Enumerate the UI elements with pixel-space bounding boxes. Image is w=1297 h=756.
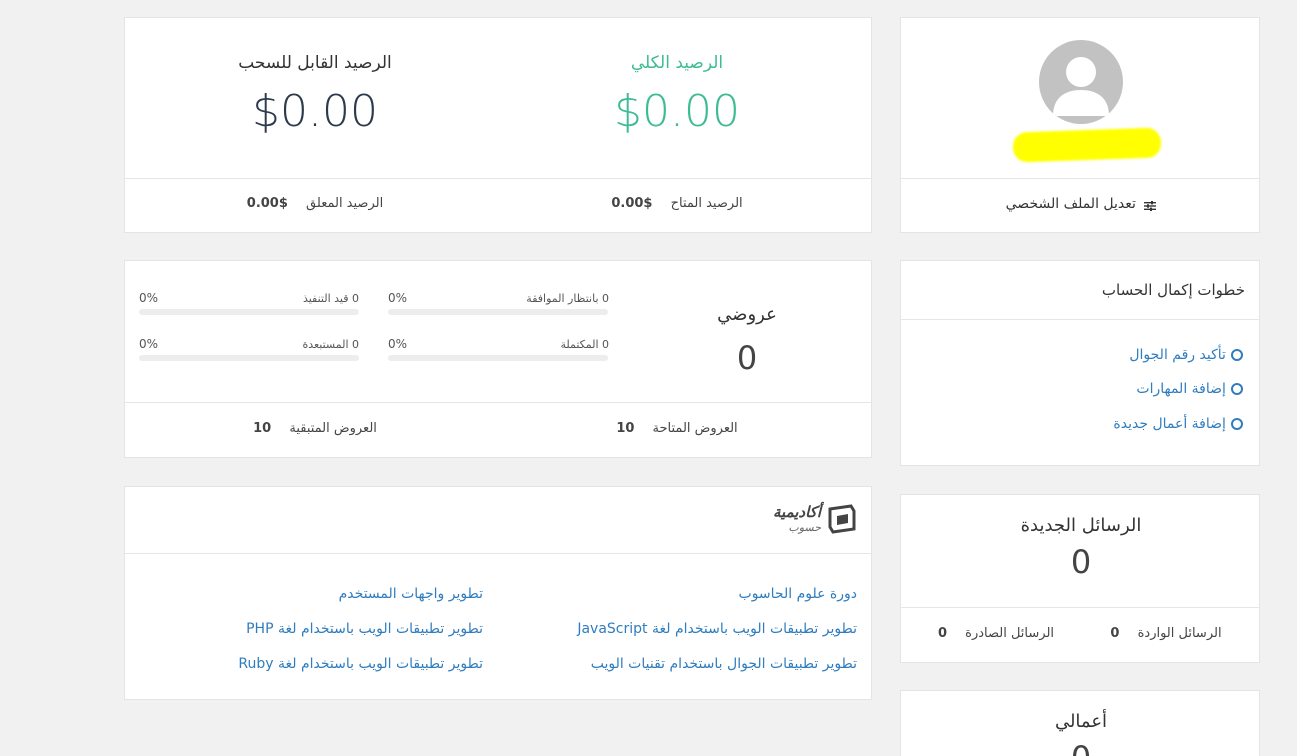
avatar[interactable]: [1039, 40, 1123, 124]
offers-remaining-label: العروض المتبقية: [289, 421, 377, 436]
offers-available: العروض المتاحة 10: [577, 421, 777, 436]
messages-incoming-label: الرسائل الواردة: [1137, 626, 1222, 641]
offers-stat-excluded-pct: 0%: [139, 337, 159, 351]
academy-logo-subtext: حسوب: [788, 521, 821, 534]
redacted-username: [1012, 127, 1162, 163]
profile-card: تعديل الملف الشخصي: [900, 17, 1260, 233]
offers-stat-awaiting-pct: 0%: [388, 291, 408, 305]
academy-link-mobile[interactable]: تطوير تطبيقات الجوال باستخدام تقنيات الو…: [591, 653, 857, 672]
academy-link-js-label[interactable]: تطوير تطبيقات الويب باستخدام لغة JavaScr…: [577, 621, 857, 637]
academy-link-ruby[interactable]: تطوير تطبيقات الويب باستخدام لغة Ruby: [238, 653, 483, 672]
academy-link-mobile-label[interactable]: تطوير تطبيقات الجوال باستخدام تقنيات الو…: [591, 656, 857, 672]
academy-link-ui-label[interactable]: تطوير واجهات المستخدم: [339, 586, 483, 602]
balance-card: الرصيد القابل للسحب $0.00 الرصيد الكلي $…: [124, 17, 872, 233]
pending-balance: الرصيد المعلق $0.00: [215, 196, 415, 211]
academy-logo[interactable]: أكاديمية حسوب: [747, 501, 857, 541]
account-steps-card: خطوات إكمال الحساب تأكيد رقم الجوال إضاف…: [900, 260, 1260, 466]
messages-outgoing-label: الرسائل الصادرة: [965, 626, 1055, 641]
total-balance-label: الرصيد الكلي: [630, 53, 724, 73]
academy-link-cs[interactable]: دورة علوم الحاسوب: [739, 583, 857, 602]
academy-link-ui[interactable]: تطوير واجهات المستخدم: [339, 583, 483, 602]
messages-incoming-value: 0: [1110, 626, 1120, 641]
available-balance: الرصيد المتاح $0.00: [577, 196, 777, 211]
edit-profile-link[interactable]: تعديل الملف الشخصي: [901, 196, 1261, 212]
offers-progress-awaiting: [388, 309, 608, 315]
offers-remaining-value: 10: [253, 421, 272, 436]
circle-icon: [1231, 417, 1243, 430]
available-balance-label: الرصيد المتاح: [670, 196, 743, 211]
offers-available-label: العروض المتاحة: [652, 421, 738, 436]
withdrawable-balance-label: الرصيد القابل للسحب: [238, 53, 392, 73]
circle-icon: [1231, 382, 1243, 395]
step-confirm-phone-label[interactable]: تأكيد رقم الجوال: [1129, 347, 1226, 363]
offers-stat-in-progress: 0 قيد التنفيذ: [302, 292, 359, 305]
works-title: أعمالي: [1054, 711, 1108, 732]
withdrawable-balance-value: $0.00: [252, 86, 378, 137]
messages-card: الرسائل الجديدة 0 الرسائل الصادرة 0 الرس…: [900, 494, 1260, 663]
offers-stat-in-progress-pct: 0%: [139, 291, 159, 305]
messages-incoming: الرسائل الواردة 0: [1091, 626, 1241, 641]
offers-progress-completed: [388, 355, 608, 361]
available-balance-value: $0.00: [611, 196, 653, 211]
step-add-skills-label[interactable]: إضافة المهارات: [1136, 381, 1226, 397]
offers-count: 0: [736, 339, 758, 377]
works-count: 0: [901, 739, 1259, 756]
offers-available-value: 10: [616, 421, 635, 436]
step-add-works[interactable]: إضافة أعمال جديدة: [1113, 413, 1243, 432]
offers-stat-completed: 0 المكتملة: [560, 338, 609, 351]
offers-stat-completed-pct: 0%: [388, 337, 408, 351]
step-confirm-phone[interactable]: تأكيد رقم الجوال: [1129, 344, 1243, 363]
offers-stat-awaiting: 0 بانتظار الموافقة: [526, 292, 609, 305]
account-steps-title: خطوات إكمال الحساب: [1101, 281, 1245, 299]
academy-link-php-label[interactable]: تطوير تطبيقات الويب باستخدام لغة PHP: [246, 621, 483, 637]
messages-outgoing-value: 0: [937, 626, 947, 641]
step-add-skills[interactable]: إضافة المهارات: [1136, 378, 1243, 397]
offers-title: عروضي: [717, 304, 777, 325]
pending-balance-value: $0.00: [246, 196, 288, 211]
user-silhouette-icon: [1053, 57, 1109, 116]
sliders-icon: [1144, 199, 1157, 211]
step-add-works-label[interactable]: إضافة أعمال جديدة: [1113, 416, 1226, 432]
offers-stat-excluded: 0 المستبعدة: [302, 338, 359, 351]
messages-outgoing: الرسائل الصادرة 0: [921, 626, 1071, 641]
works-card: أعمالي 0: [900, 690, 1260, 756]
circle-icon: [1231, 348, 1243, 361]
messages-title: الرسائل الجديدة: [1020, 515, 1142, 536]
total-balance-value: $0.00: [614, 86, 740, 137]
academy-link-php[interactable]: تطوير تطبيقات الويب باستخدام لغة PHP: [246, 618, 483, 637]
academy-link-cs-label[interactable]: دورة علوم الحاسوب: [739, 586, 857, 602]
offers-remaining: العروض المتبقية 10: [215, 421, 415, 436]
edit-profile-label: تعديل الملف الشخصي: [1005, 196, 1136, 212]
offers-progress-excluded: [139, 355, 359, 361]
academy-link-ruby-label[interactable]: تطوير تطبيقات الويب باستخدام لغة Ruby: [238, 656, 483, 672]
messages-count: 0: [1070, 543, 1092, 581]
offers-card: عروضي 0 0 بانتظار الموافقة 0% 0 قيد التن…: [124, 260, 872, 458]
offers-progress-in-progress: [139, 309, 359, 315]
academy-logo-text: أكاديمية: [773, 503, 821, 521]
academy-logo-icon: [828, 504, 856, 534]
academy-link-js[interactable]: تطوير تطبيقات الويب باستخدام لغة JavaScr…: [577, 618, 857, 637]
academy-card: أكاديمية حسوب دورة علوم الحاسوب تطوير وا…: [124, 486, 872, 700]
pending-balance-label: الرصيد المعلق: [306, 196, 384, 211]
